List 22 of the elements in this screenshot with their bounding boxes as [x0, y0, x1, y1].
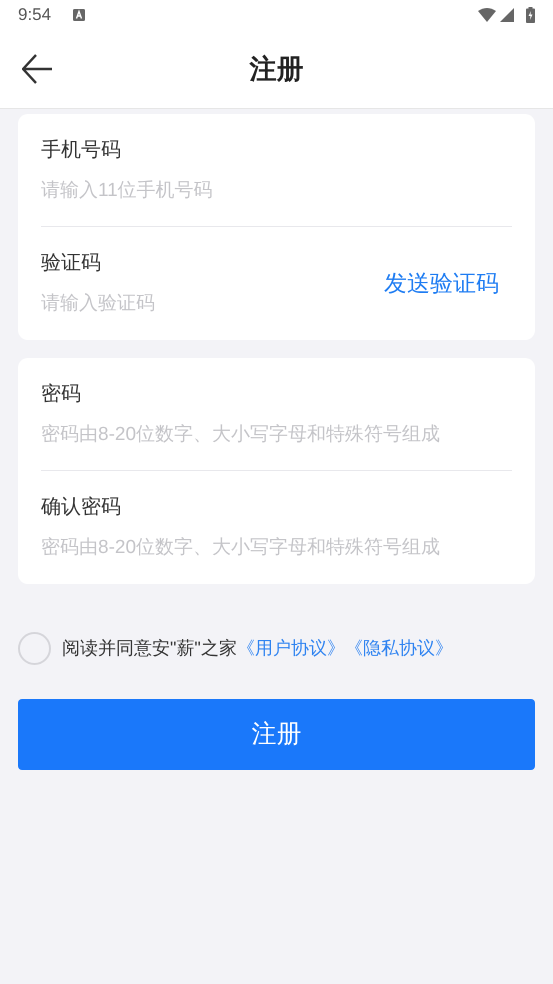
field-label: 密码: [41, 382, 82, 406]
register-button[interactable]: 注册: [18, 699, 535, 770]
input-field[interactable]: 请输入验证码: [41, 291, 384, 317]
field-label: 确认密码: [41, 495, 122, 520]
page-title: 注册: [250, 52, 304, 86]
input-field[interactable]: 密码由8-20位数字、大小写字母和特殊符号组成: [41, 422, 512, 448]
input-field[interactable]: 密码由8-20位数字、大小写字母和特殊符号组成: [41, 535, 512, 561]
status-time: 9:54: [18, 4, 52, 26]
agreement-link[interactable]: 《用户协议》: [236, 638, 345, 658]
signal-icon: [500, 8, 514, 22]
agreement-link[interactable]: 《隐私协议》: [344, 638, 453, 658]
wifi-icon: [478, 8, 496, 22]
keyboard-notification-icon: [73, 9, 86, 21]
agreement-checkbox[interactable]: [18, 632, 51, 665]
back-button[interactable]: [22, 54, 52, 84]
back-arrow-icon: [22, 54, 52, 84]
input-field[interactable]: 请输入11位手机号码: [41, 178, 512, 204]
send-code-button[interactable]: 发送验证码: [384, 266, 499, 301]
field-label: 手机号码: [41, 138, 122, 162]
agreement-text: 阅读并同意安"薪"之家《用户协议》《隐私协议》: [62, 637, 453, 660]
field-label: 验证码: [41, 251, 102, 276]
battery-charging-icon: [526, 7, 535, 23]
